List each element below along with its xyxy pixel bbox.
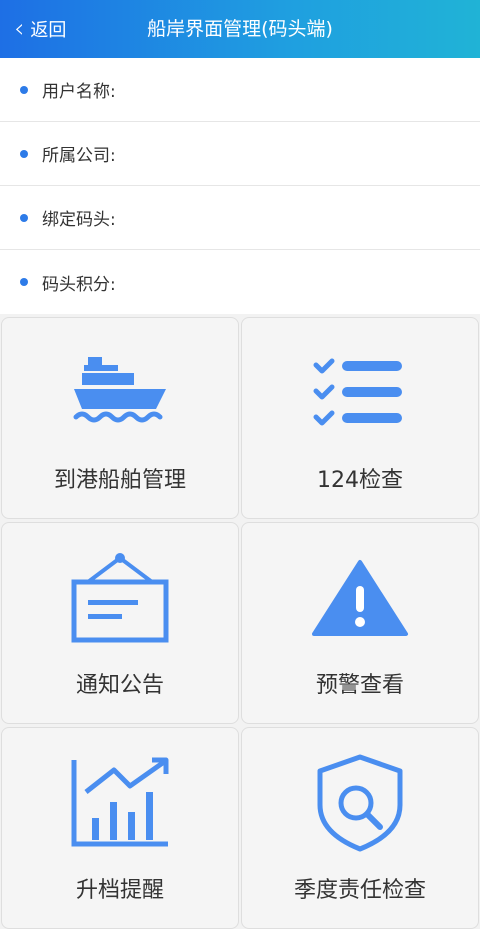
- info-row-username: 用户名称:: [0, 58, 480, 122]
- menu-notice[interactable]: 通知公告: [1, 522, 239, 724]
- bullet-dot-icon: [20, 85, 28, 94]
- menu-quarterly-check[interactable]: 季度责任检查: [241, 727, 479, 929]
- bullet-dot-icon: [20, 149, 28, 158]
- menu-label: 季度责任检查: [293, 878, 426, 903]
- info-row-company: 所属公司:: [0, 122, 480, 186]
- menu-124-check[interactable]: 124检查: [241, 317, 479, 519]
- growth-chart-icon: [71, 757, 169, 847]
- info-row-points: 码头积分:: [0, 250, 480, 314]
- menu-ship-management[interactable]: 到港船舶管理: [1, 317, 239, 519]
- user-info-panel: 用户名称: 所属公司: 绑定码头: 码头积分:: [0, 58, 480, 314]
- info-label: 码头积分:: [42, 274, 116, 295]
- info-row-dock: 绑定码头:: [0, 186, 480, 250]
- notice-board-icon: [71, 553, 169, 643]
- menu-label: 升档提醒: [75, 878, 164, 903]
- warning-icon: [312, 560, 408, 636]
- page-title: 船岸界面管理(码头端): [147, 18, 333, 40]
- menu-label: 通知公告: [75, 673, 164, 698]
- info-label: 用户名称:: [42, 82, 116, 102]
- menu-label: 到港船舶管理: [53, 468, 186, 493]
- menu-label: 预警查看: [315, 673, 404, 698]
- bullet-dot-icon: [20, 213, 28, 222]
- ship-icon: [73, 357, 166, 423]
- shield-search-icon: [317, 754, 403, 852]
- bullet-dot-icon: [20, 278, 28, 286]
- checklist-icon: [313, 358, 402, 426]
- app-header: ‹ 返回 船岸界面管理(码头端): [0, 0, 480, 58]
- menu-warning[interactable]: 预警查看: [241, 522, 479, 724]
- menu-upgrade-reminder[interactable]: 升档提醒: [1, 727, 239, 929]
- info-label: 所属公司:: [42, 146, 116, 166]
- menu-label: 124检查: [317, 468, 403, 493]
- info-label: 绑定码头:: [42, 210, 116, 230]
